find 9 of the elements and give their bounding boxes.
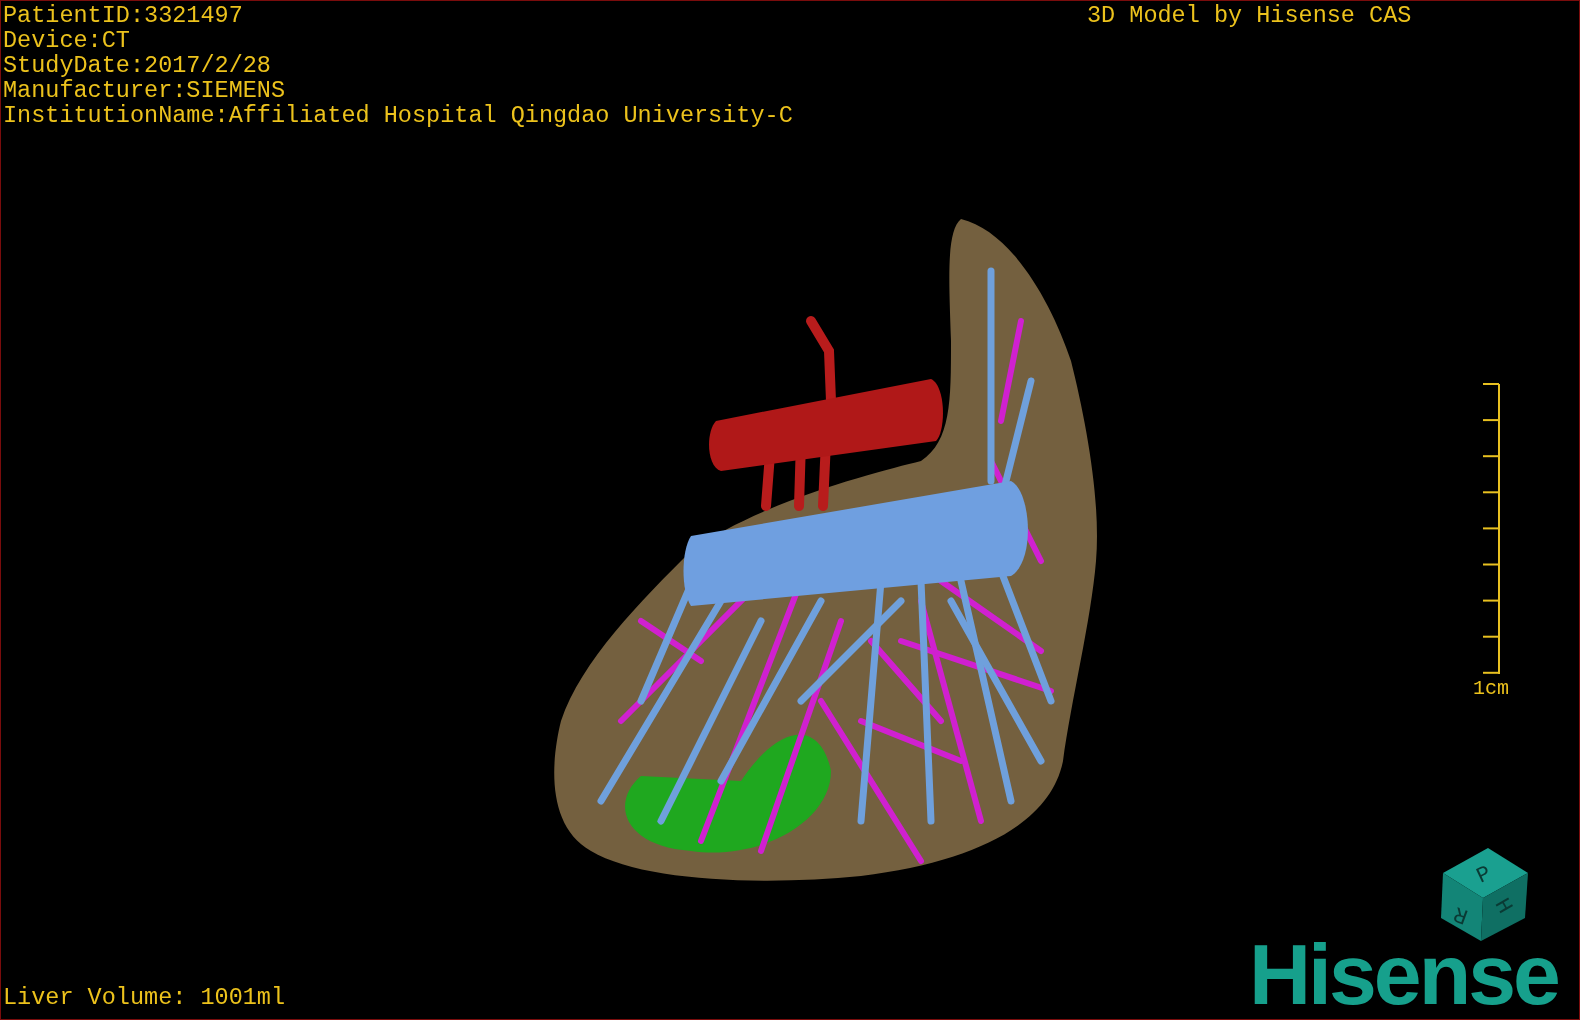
patient-info-text: Manufacturer:SIEMENS [3, 78, 287, 103]
brand-logo: Hisense [1249, 931, 1558, 1017]
liver-volume-text: Liver Volume: 1001ml [3, 985, 286, 1010]
patient-info-text: StudyDate:2017/2/28 [3, 53, 272, 78]
scale-label: 1cm [1473, 677, 1509, 701]
patient-info-text: PatientID:3321497 [3, 3, 244, 28]
patient-info-text: Device:CT [3, 28, 131, 53]
model-credit-text: 3D Model by Hisense CAS [1087, 3, 1412, 28]
patient-info-text: InstitutionName:Affiliated Hospital Qingdao University-C [3, 103, 793, 128]
